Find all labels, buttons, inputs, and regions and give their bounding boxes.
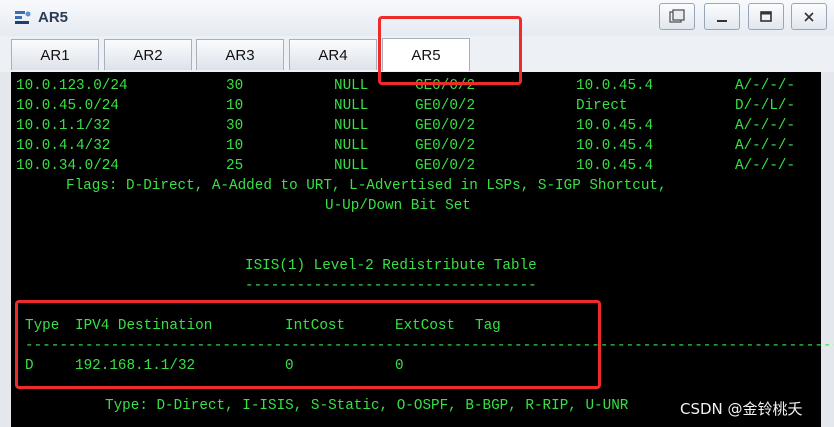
route-flags: A/-/-/- [735,138,796,154]
left-border [0,72,11,427]
flags-legend-line2: U-Up/Down Bit Set [325,198,471,214]
minimize-icon [717,19,727,22]
route-cost: 30 [226,118,244,134]
route-cost: 30 [226,78,244,94]
route-nexthop: 10.0.45.4 [576,118,654,134]
flags-legend-line1: Flags: D-Direct, A-Added to URT, L-Adver… [66,178,667,194]
route-ext: NULL [334,118,369,134]
route-interface: GE0/0/2 [415,98,476,114]
route-flags: A/-/-/- [735,158,796,174]
route-interface: GE0/0/2 [415,118,476,134]
route-ext: NULL [334,98,369,114]
route-nexthop: Direct [576,98,628,114]
tab-ar2[interactable]: AR2 [104,39,192,70]
route-nexthop: 10.0.45.4 [576,138,654,154]
route-interface: GE0/0/2 [415,158,476,174]
maximize-button[interactable] [748,3,784,30]
route-destination: 10.0.123.0/24 [16,78,128,94]
terminal-window: AR5 AR1 AR2 AR3 AR4 AR5 10.0.123.0/24 30… [0,0,834,427]
type-legend: Type: D-Direct, I-ISIS, S-Static, O-OSPF… [105,398,629,414]
title-underline: ---------------------------------- [245,278,537,294]
right-border [821,72,834,427]
restore-icon [669,8,685,23]
route-destination: 10.0.1.1/32 [16,118,111,134]
router-app-icon [15,11,31,24]
route-flags: A/-/-/- [735,118,796,134]
route-destination: 10.0.45.0/24 [16,98,119,114]
ar5-tab-highlight [378,16,522,85]
route-nexthop: 10.0.45.4 [576,78,654,94]
route-ext: NULL [334,138,369,154]
restore-down-button[interactable] [659,3,695,30]
route-destination: 10.0.4.4/32 [16,138,111,154]
redistribute-table-highlight [15,300,601,389]
route-ext: NULL [334,158,369,174]
redistribute-table-title: ISIS(1) Level-2 Redistribute Table [245,258,537,274]
tab-ar3[interactable]: AR3 [196,39,284,70]
route-destination: 10.0.34.0/24 [16,158,119,174]
window-title: AR5 [38,9,69,26]
tab-ar4[interactable]: AR4 [289,39,377,70]
route-cost: 25 [226,158,244,174]
route-flags: A/-/-/- [735,78,796,94]
minimize-button[interactable] [704,3,740,30]
tab-ar1[interactable]: AR1 [11,39,99,70]
close-icon [804,11,814,22]
route-cost: 10 [226,138,244,154]
maximize-icon [760,10,772,22]
route-interface: GE0/0/2 [415,138,476,154]
route-flags: D/-/L/- [735,98,796,114]
csdn-watermark: CSDN @金铃桃夭 [680,400,803,418]
route-ext: NULL [334,78,369,94]
close-button[interactable] [791,3,827,30]
route-nexthop: 10.0.45.4 [576,158,654,174]
route-cost: 10 [226,98,244,114]
